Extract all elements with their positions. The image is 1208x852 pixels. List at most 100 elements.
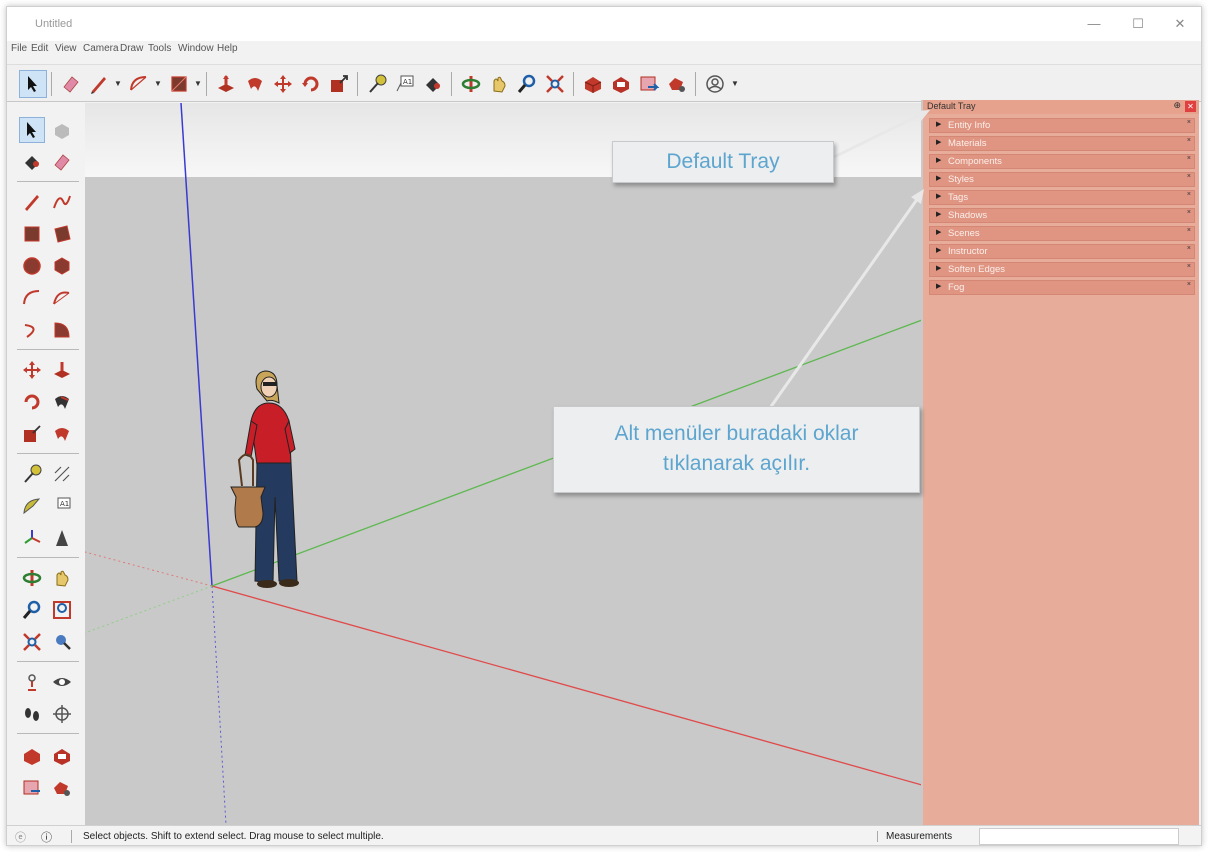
two-point-arc-icon[interactable] — [49, 285, 75, 311]
previous-view-icon[interactable] — [49, 629, 75, 655]
panel-styles[interactable]: ▶ Styles × — [929, 172, 1195, 187]
close-icon[interactable]: × — [1187, 191, 1191, 198]
pan-icon[interactable] — [49, 565, 75, 591]
text-icon[interactable]: A1 — [391, 70, 419, 98]
rectangle-icon[interactable] — [19, 221, 45, 247]
rotate-icon[interactable] — [19, 389, 45, 415]
expand-arrow-icon[interactable]: ▶ — [936, 192, 941, 200]
circle-icon[interactable] — [19, 253, 45, 279]
push-pull-icon[interactable] — [212, 70, 240, 98]
panel-tags[interactable]: ▶ Tags × — [929, 190, 1195, 205]
close-icon[interactable]: × — [1187, 227, 1191, 234]
menu-file[interactable]: File — [11, 43, 27, 54]
pan-icon[interactable] — [485, 70, 513, 98]
expand-arrow-icon[interactable]: ▶ — [936, 138, 941, 146]
expand-arrow-icon[interactable]: ▶ — [936, 210, 941, 218]
expand-arrow-icon[interactable]: ▶ — [936, 246, 941, 254]
expand-arrow-icon[interactable]: ▶ — [936, 174, 941, 182]
panel-instructor[interactable]: ▶ Instructor × — [929, 244, 1195, 259]
move-icon[interactable] — [269, 70, 297, 98]
measurements-input[interactable] — [979, 828, 1179, 845]
expand-arrow-icon[interactable]: ▶ — [936, 282, 941, 290]
account-icon[interactable] — [701, 70, 729, 98]
panel-components[interactable]: ▶ Components × — [929, 154, 1195, 169]
panel-shadows[interactable]: ▶ Shadows × — [929, 208, 1195, 223]
panel-scenes[interactable]: ▶ Scenes × — [929, 226, 1195, 241]
pencil-icon[interactable] — [85, 70, 113, 98]
protractor-icon[interactable] — [19, 493, 45, 519]
extension-manager-icon[interactable] — [663, 70, 691, 98]
move-icon[interactable] — [19, 357, 45, 383]
layout-icon[interactable] — [19, 775, 45, 801]
expand-arrow-icon[interactable]: ▶ — [936, 264, 941, 272]
look-around-icon[interactable] — [49, 669, 75, 695]
extension-warehouse-icon[interactable] — [607, 70, 635, 98]
zoom-extents-icon[interactable] — [19, 629, 45, 655]
rotated-rectangle-icon[interactable] — [49, 221, 75, 247]
close-icon[interactable]: × — [1187, 155, 1191, 162]
three-d-text-icon[interactable] — [49, 525, 75, 551]
close-icon[interactable]: × — [1187, 263, 1191, 270]
polygon-icon[interactable] — [49, 253, 75, 279]
layout-icon[interactable] — [635, 70, 663, 98]
offset-icon[interactable] — [49, 421, 75, 447]
extension-warehouse-icon[interactable] — [49, 743, 75, 769]
close-icon[interactable]: × — [1187, 137, 1191, 144]
panel-materials[interactable]: ▶ Materials × — [929, 136, 1195, 151]
arc-icon[interactable] — [19, 285, 45, 311]
position-camera-icon[interactable] — [19, 669, 45, 695]
make-component-icon[interactable] — [49, 117, 75, 143]
close-icon[interactable]: × — [1187, 209, 1191, 216]
menu-window[interactable]: Window — [178, 43, 214, 54]
menu-edit[interactable]: Edit — [31, 43, 48, 54]
walk-icon[interactable] — [19, 701, 45, 727]
minimize-icon[interactable]: — — [1083, 13, 1105, 35]
follow-me-icon[interactable] — [49, 389, 75, 415]
push-pull-icon[interactable] — [49, 357, 75, 383]
freehand-icon[interactable] — [49, 189, 75, 215]
geo-location-icon[interactable]: ⓔ — [15, 829, 26, 845]
expand-arrow-icon[interactable]: ▶ — [936, 228, 941, 236]
close-icon[interactable]: × — [1187, 119, 1191, 126]
menu-view[interactable]: View — [55, 43, 77, 54]
three-point-arc-icon[interactable] — [19, 317, 45, 343]
select-icon[interactable] — [19, 117, 45, 143]
panel-fog[interactable]: ▶ Fog × — [929, 280, 1195, 295]
arc-icon[interactable] — [125, 70, 153, 98]
pie-icon[interactable] — [49, 317, 75, 343]
close-icon[interactable]: ✕ — [1169, 13, 1191, 35]
rectangle-icon[interactable] — [165, 70, 193, 98]
orbit-icon[interactable] — [457, 70, 485, 98]
expand-arrow-icon[interactable]: ▶ — [936, 156, 941, 164]
panel-soften-edges[interactable]: ▶ Soften Edges × — [929, 262, 1195, 277]
menu-tools[interactable]: Tools — [148, 43, 171, 54]
scale-icon[interactable] — [19, 421, 45, 447]
tape-measure-icon[interactable] — [363, 70, 391, 98]
zoom-icon[interactable] — [513, 70, 541, 98]
warehouse-icon[interactable] — [19, 743, 45, 769]
paint-bucket-icon[interactable] — [19, 149, 45, 175]
close-icon[interactable]: ✕ — [1185, 101, 1196, 112]
follow-me-icon[interactable] — [241, 70, 269, 98]
zoom-window-icon[interactable] — [49, 597, 75, 623]
eraser-icon[interactable] — [57, 70, 85, 98]
menu-draw[interactable]: Draw — [120, 43, 143, 54]
select-icon[interactable] — [19, 70, 47, 98]
panel-entity-info[interactable]: ▶ Entity Info × — [929, 118, 1195, 133]
close-icon[interactable]: × — [1187, 245, 1191, 252]
text-icon[interactable]: A1 — [49, 493, 75, 519]
close-icon[interactable]: × — [1187, 173, 1191, 180]
dimension-icon[interactable] — [49, 461, 75, 487]
warehouse-icon[interactable] — [579, 70, 607, 98]
axes-icon[interactable] — [19, 525, 45, 551]
expand-arrow-icon[interactable]: ▶ — [936, 120, 941, 128]
menu-help[interactable]: Help — [217, 43, 238, 54]
extension-manager-icon[interactable] — [49, 775, 75, 801]
rotate-icon[interactable] — [297, 70, 325, 98]
tape-measure-icon[interactable] — [19, 461, 45, 487]
orbit-icon[interactable] — [19, 565, 45, 591]
info-icon[interactable]: ⓘ — [41, 829, 52, 845]
section-plane-icon[interactable] — [49, 701, 75, 727]
pin-icon[interactable]: ⊕ — [1173, 100, 1181, 111]
eraser-icon[interactable] — [49, 149, 75, 175]
